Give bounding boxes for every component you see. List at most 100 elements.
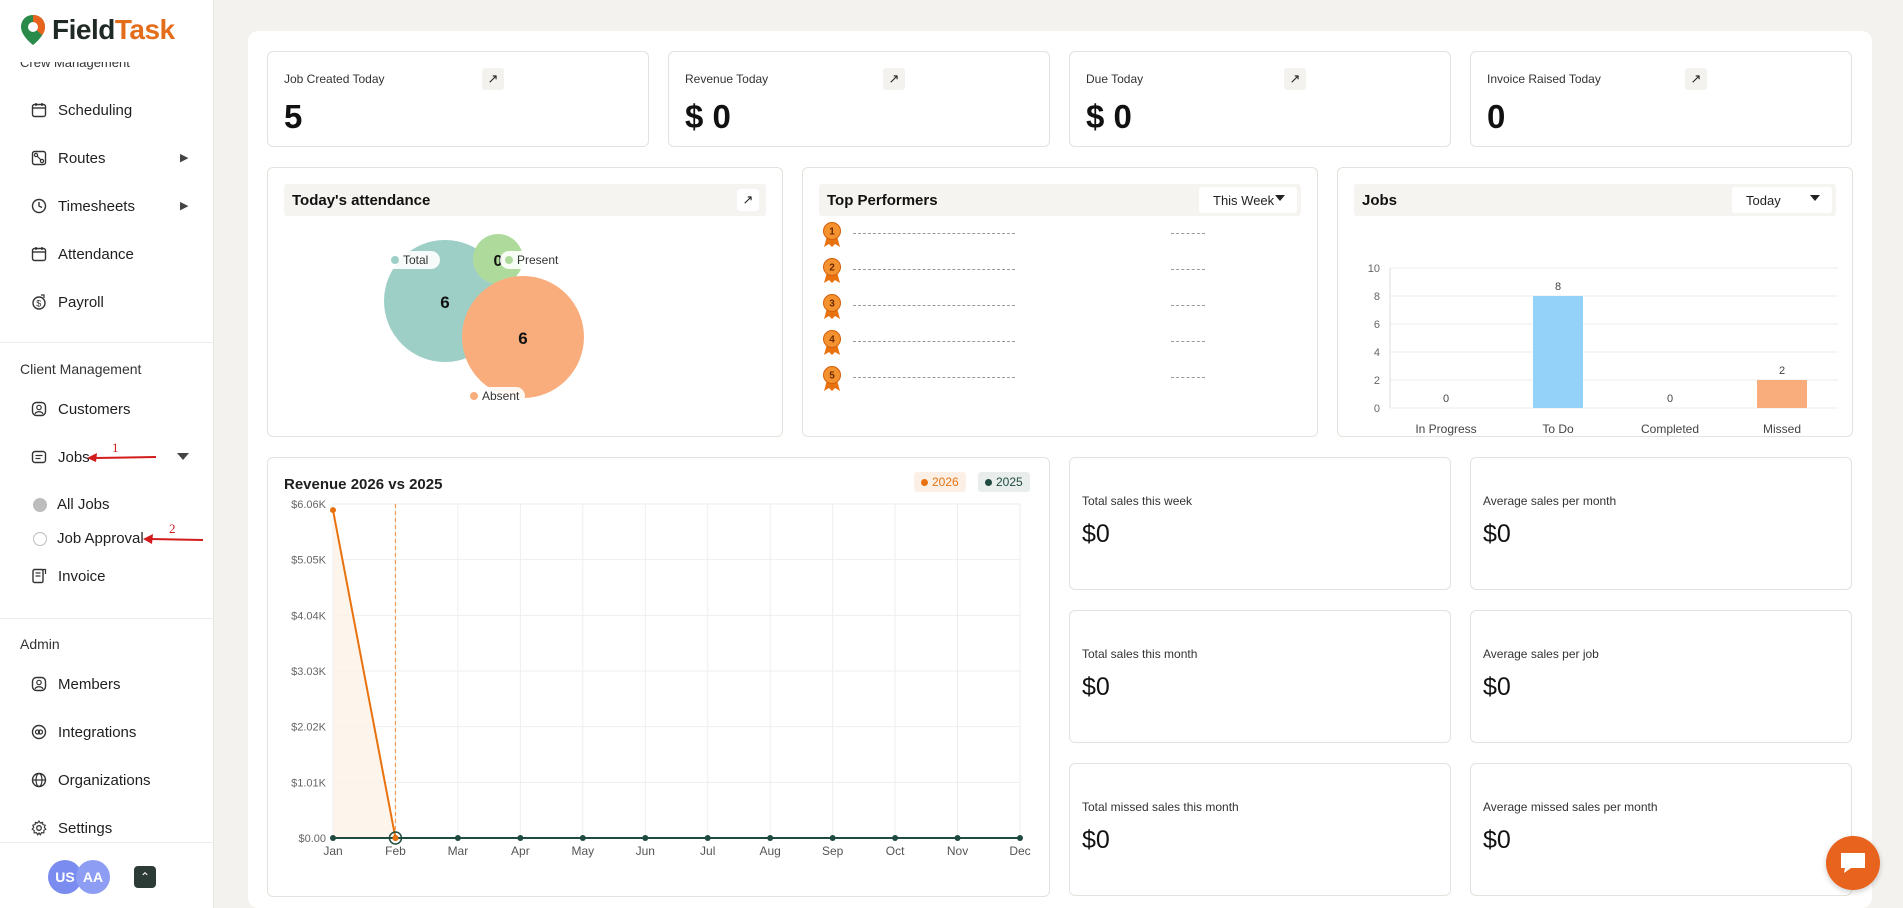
sidebar-item-attendance[interactable]: Attendance [30, 242, 134, 266]
legend-absent: Absent [482, 389, 520, 403]
caret-right-icon[interactable]: ▶ [180, 199, 188, 212]
chevron-up-icon: ⌃ [139, 870, 151, 884]
dropdown-value: Today [1746, 192, 1781, 208]
rank-number: 5 [829, 371, 835, 382]
stat-label: Due Today [1086, 72, 1144, 86]
brand-logo[interactable]: FieldTask [20, 14, 175, 46]
performer-row: 3 [821, 294, 1205, 319]
sidebar-item-label: Invoice [58, 567, 106, 585]
legend-2025[interactable]: 2025 [978, 472, 1030, 492]
x-tick-label: In Progress [1415, 422, 1476, 436]
sales-card: Total missed sales this month $0 [1069, 763, 1451, 896]
arrow-up-right-icon: ↗ [742, 192, 754, 207]
sidebar-item-invoice[interactable]: Invoice [30, 564, 106, 588]
total-value: 6 [440, 293, 449, 312]
sidebar-item-organizations[interactable]: Organizations [30, 768, 151, 792]
legend-2026[interactable]: 2026 [914, 472, 966, 492]
sidebar-item-settings[interactable]: Settings [30, 816, 112, 840]
series-2025-point [704, 835, 711, 841]
series-2025-point [454, 835, 461, 841]
sales-card: Average sales per month $0 [1470, 457, 1852, 590]
open-link-button[interactable]: ↗ [1685, 68, 1707, 90]
invoice-icon [30, 567, 48, 585]
sales-value: $0 [1483, 520, 1511, 548]
sidebar-item-label: Scheduling [58, 101, 133, 119]
sales-label: Total sales this week [1082, 494, 1193, 508]
sidebar-item-integrations[interactable]: Integrations [30, 720, 136, 744]
period-dropdown[interactable]: This Week [1199, 187, 1297, 213]
sales-value: $0 [1483, 826, 1511, 854]
performer-name-placeholder [853, 377, 1015, 378]
dot-icon [985, 478, 992, 486]
performer-row: 4 [821, 330, 1205, 355]
y-tick-label: $5.05K [291, 555, 327, 567]
sales-label: Average sales per job [1483, 647, 1599, 661]
sidebar-item-members[interactable]: Members [30, 672, 121, 696]
jobs-chart-header: Jobs Today [1354, 184, 1836, 216]
rank-medal-icon: 3 [823, 294, 841, 319]
stat-value: 0 [1487, 98, 1506, 135]
sidebar-item-label: Attendance [58, 245, 134, 263]
chat-support-button[interactable] [1826, 836, 1880, 890]
sales-value: $0 [1082, 826, 1110, 854]
sidebar-item-label: Settings [58, 819, 113, 837]
legend-label: 2025 [996, 475, 1023, 489]
sidebar-subitem-job-approval[interactable]: Job Approval [33, 530, 144, 547]
user-avatar[interactable]: AA [76, 860, 110, 894]
sidebar-subitem-all-jobs[interactable]: All Jobs [33, 496, 110, 513]
x-tick-label: Apr [511, 844, 530, 858]
annotation-number: 2 [169, 521, 176, 536]
sidebar-item-timesheets[interactable]: Timesheets [30, 194, 135, 218]
open-link-button[interactable]: ↗ [482, 68, 504, 90]
bar [1757, 380, 1807, 408]
rank-medal-icon: 4 [823, 330, 841, 355]
stat-card-invoice-raised: Invoice Raised Today 0 ↗ [1470, 51, 1852, 147]
x-tick-label: Sep [822, 844, 844, 858]
bar-value-label: 0 [1443, 393, 1449, 405]
dashboard-main: Job Created Today 5 ↗ Revenue Today $ 0 … [248, 31, 1872, 908]
open-link-button[interactable]: ↗ [737, 189, 759, 211]
x-tick-label: Completed [1641, 422, 1699, 436]
sidebar-item-routes[interactable]: Routes [30, 146, 106, 170]
series-2025-point [330, 835, 336, 841]
x-tick-label: Dec [1009, 844, 1030, 858]
annotation-arrow-icon [87, 453, 157, 462]
integrations-icon [30, 723, 48, 741]
stat-value: 5 [284, 98, 303, 135]
stat-label: Revenue Today [685, 72, 769, 86]
open-link-button[interactable]: ↗ [883, 68, 905, 90]
revenue-chart-panel: Revenue 2026 vs 2025 2026 2025 $0.00 $1.0… [267, 457, 1050, 897]
sales-value: $0 [1082, 673, 1110, 701]
sidebar-item-label: Customers [58, 400, 131, 418]
rank-medal-icon: 2 [823, 258, 841, 283]
payroll-icon: $ [30, 293, 48, 311]
sidebar-item-label: Payroll [58, 293, 104, 311]
dropdown-value: This Week [1213, 192, 1275, 208]
x-tick-label: To Do [1542, 422, 1574, 436]
bar-value-label: 0 [1667, 393, 1673, 405]
caret-right-icon[interactable]: ▶ [180, 151, 188, 164]
open-link-button[interactable]: ↗ [1284, 68, 1306, 90]
y-tick-label: $1.01K [291, 777, 327, 789]
period-dropdown[interactable]: Today [1732, 187, 1832, 213]
chevron-down-icon[interactable] [176, 452, 190, 461]
series-2026-point [392, 835, 399, 841]
performer-row: 1 [821, 222, 1205, 247]
svg-text:$: $ [36, 299, 41, 309]
panel-title: Revenue 2026 vs 2025 [284, 476, 443, 493]
sidebar-item-label: Members [58, 675, 121, 693]
x-tick-label: Jul [700, 844, 715, 858]
expand-up-button[interactable]: ⌃ [134, 866, 156, 888]
sidebar-item-payroll[interactable]: $ Payroll [30, 290, 104, 314]
sidebar-item-jobs[interactable]: Jobs [30, 445, 90, 469]
y-tick-label: 2 [1374, 375, 1380, 387]
sales-label: Average missed sales per month [1483, 800, 1658, 814]
x-tick-label: Missed [1763, 422, 1801, 436]
sidebar-item-customers[interactable]: Customers [30, 397, 131, 421]
client-management-section-label: Client Management [20, 361, 142, 377]
performer-row: 5 [821, 366, 1205, 391]
x-tick-label: Jan [323, 844, 342, 858]
sidebar: FieldTask Crew Management Scheduling Rou… [0, 0, 214, 908]
brand-name: FieldTask [52, 14, 175, 45]
sidebar-item-scheduling[interactable]: Scheduling [30, 98, 132, 122]
